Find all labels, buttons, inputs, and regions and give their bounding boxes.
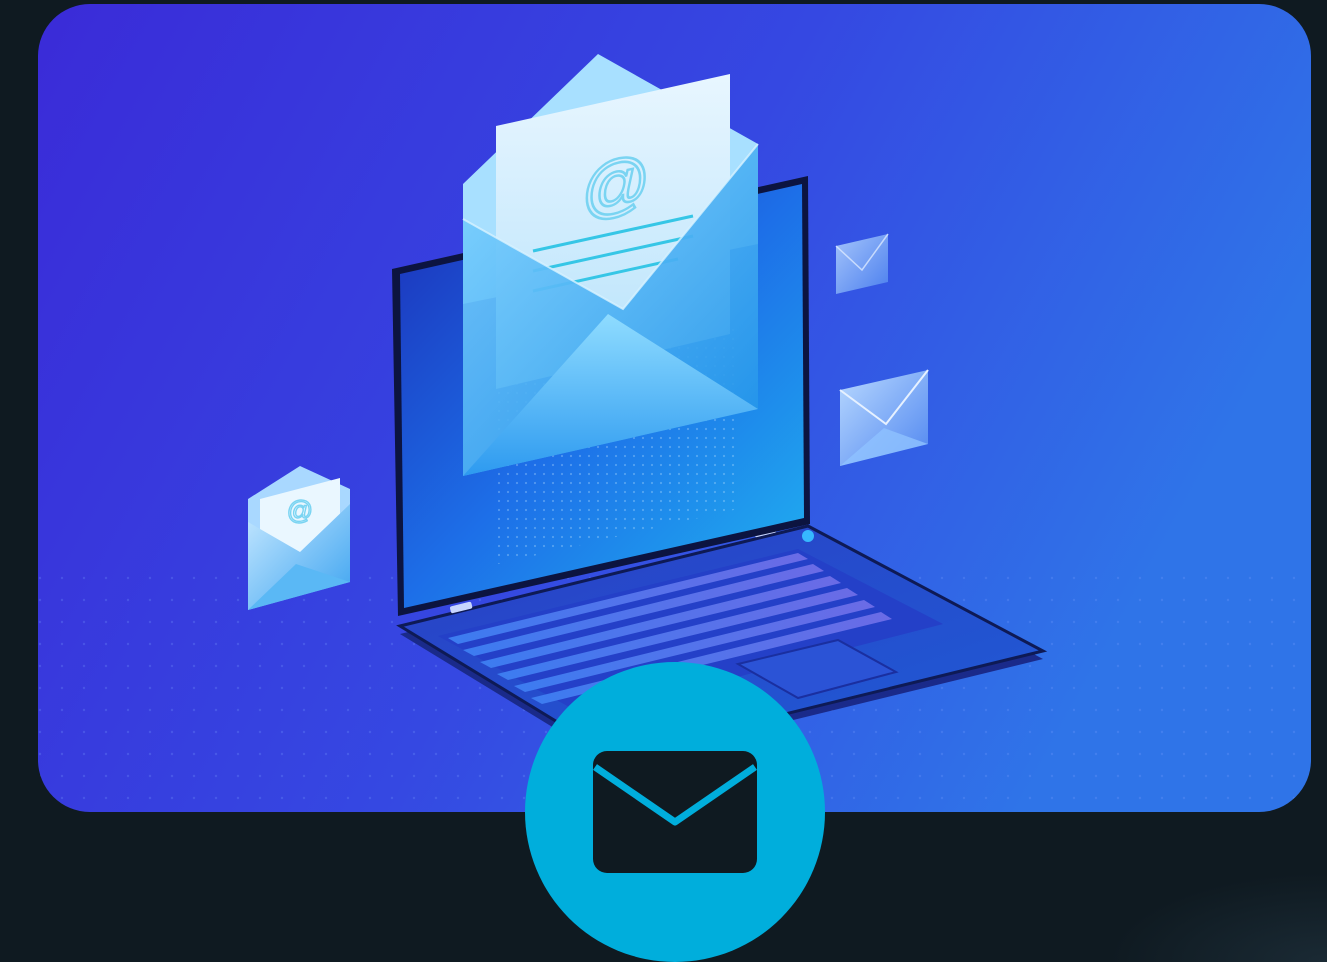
mail-button[interactable] (525, 662, 825, 962)
corner-glow (1107, 872, 1327, 962)
small-at-symbol: @ (287, 495, 313, 525)
envelope-icon (525, 662, 825, 962)
at-symbol: @ (581, 139, 650, 230)
